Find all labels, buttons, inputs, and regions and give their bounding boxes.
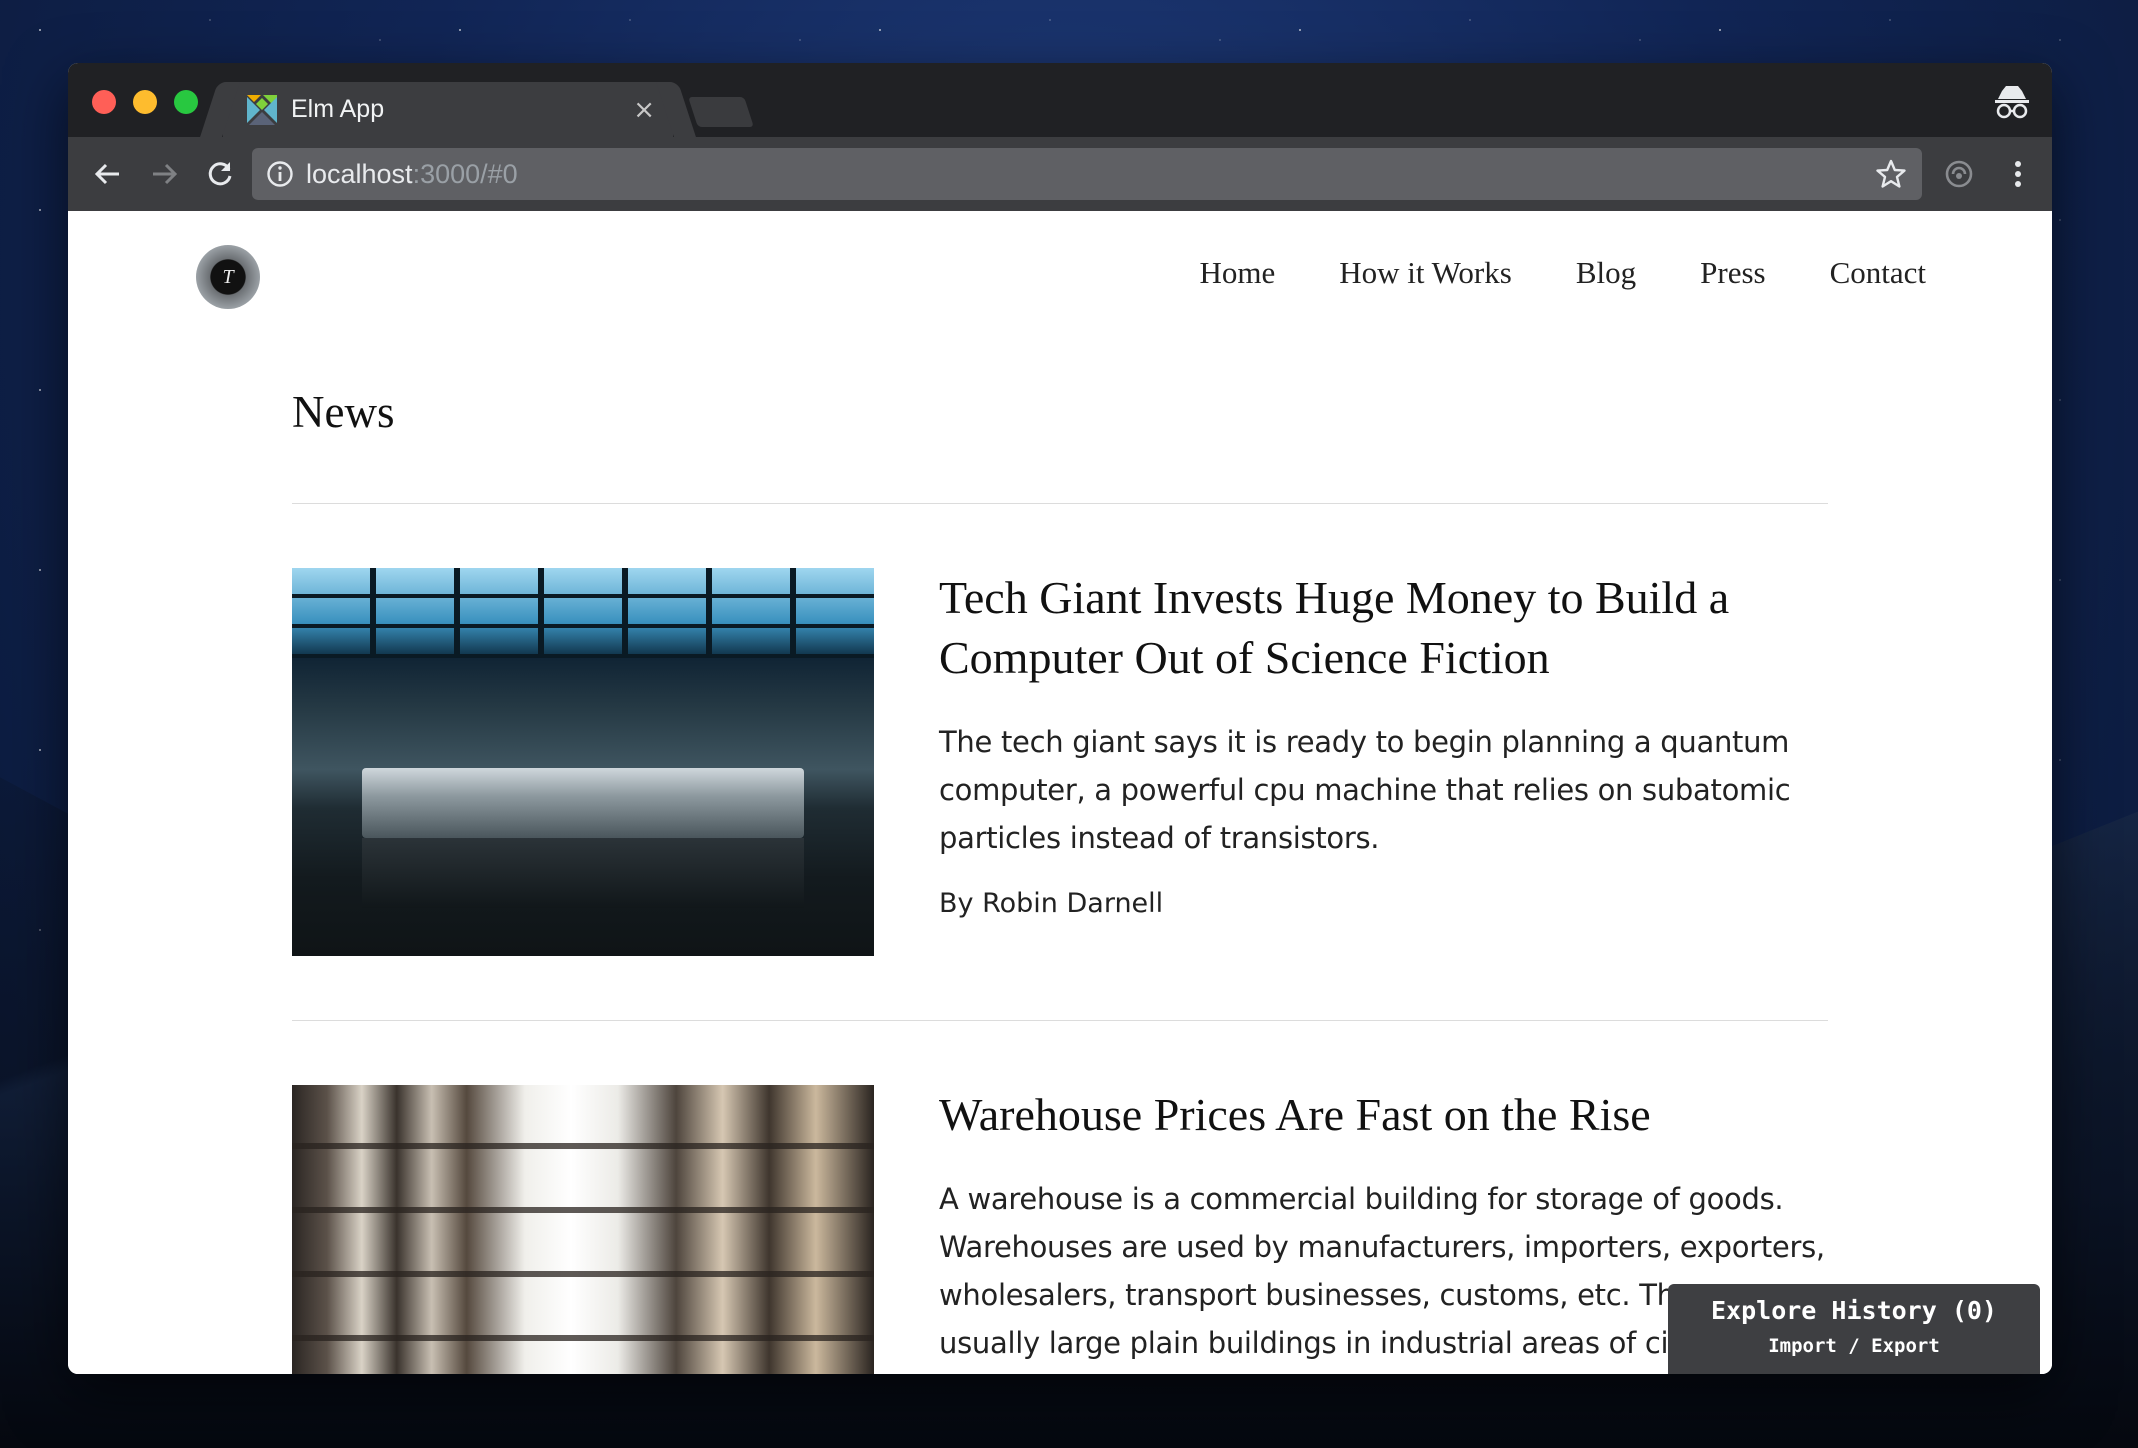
browser-window: Elm App × localhost:3000/#0 T Home How … [68, 63, 2052, 1374]
maximize-window-button[interactable] [174, 90, 198, 114]
close-window-button[interactable] [92, 90, 116, 114]
new-tab-button[interactable] [688, 97, 754, 127]
page-title: News [292, 387, 395, 437]
image-ceiling-lights [292, 568, 874, 658]
image-console-base [362, 838, 804, 908]
info-icon[interactable] [266, 160, 294, 188]
back-button[interactable] [80, 146, 136, 202]
nav-link-home[interactable]: Home [1199, 255, 1275, 291]
reload-icon [208, 162, 232, 186]
bookmark-star-icon[interactable] [1876, 159, 1906, 189]
site-logo[interactable]: T [196, 245, 260, 309]
logo-letter: T [222, 265, 234, 288]
image-console [362, 768, 804, 838]
address-bar[interactable]: localhost:3000/#0 [252, 148, 1922, 200]
elm-debugger-panel[interactable]: Explore History (0) Import / Export [1668, 1284, 2040, 1374]
site-header: T Home How it Works Blog Press Contact [68, 211, 2052, 341]
extension-icon[interactable] [1944, 159, 1974, 189]
incognito-icon [1995, 86, 2029, 119]
forward-button[interactable] [136, 146, 192, 202]
browser-titlebar: Elm App × [68, 63, 2052, 137]
news-article[interactable]: Warehouse Prices Are Fast on the Rise A … [292, 1021, 1828, 1374]
nav-link-blog[interactable]: Blog [1576, 255, 1636, 291]
web-page: T Home How it Works Blog Press Contact N… [68, 211, 2052, 1374]
article-summary: The tech giant says it is ready to begin… [939, 725, 1791, 855]
forward-arrow-icon [153, 163, 178, 185]
news-content: News Tech Giant Invests Huge Money to Bu… [292, 341, 1828, 1374]
nav-link-how-it-works[interactable]: How it Works [1339, 255, 1512, 291]
article-title[interactable]: Warehouse Prices Are Fast on the Rise [939, 1085, 1828, 1145]
import-export-links[interactable]: Import / Export [1668, 1335, 2040, 1357]
article-image-control-room[interactable] [292, 568, 874, 956]
article-image-warehouse[interactable] [292, 1085, 874, 1374]
news-article[interactable]: Tech Giant Invests Huge Money to Build a… [292, 504, 1828, 956]
explore-history-button[interactable]: Explore History (0) [1668, 1296, 2040, 1325]
browser-tab[interactable]: Elm App × [223, 82, 673, 137]
main-nav: Home How it Works Blog Press Contact [1199, 255, 1926, 291]
elm-logo-icon [247, 94, 277, 125]
nav-link-press[interactable]: Press [1700, 255, 1765, 291]
url-path: :3000/#0 [412, 158, 518, 189]
article-byline: By Robin Darnell [939, 888, 1164, 919]
article-title[interactable]: Tech Giant Invests Huge Money to Build a… [939, 568, 1828, 688]
window-controls [92, 90, 198, 114]
tab-title: Elm App [291, 95, 385, 123]
nav-link-contact[interactable]: Contact [1830, 255, 1926, 291]
article-body: Tech Giant Invests Huge Money to Build a… [939, 568, 1828, 956]
tab-close-icon[interactable]: × [633, 97, 655, 123]
image-shelves [292, 1085, 874, 1374]
browser-toolbar: localhost:3000/#0 [68, 137, 2052, 211]
browser-menu-icon[interactable] [2012, 159, 2024, 189]
minimize-window-button[interactable] [133, 90, 157, 114]
back-arrow-icon [94, 163, 119, 185]
url-host: localhost [306, 158, 413, 189]
reload-button[interactable] [192, 146, 248, 202]
